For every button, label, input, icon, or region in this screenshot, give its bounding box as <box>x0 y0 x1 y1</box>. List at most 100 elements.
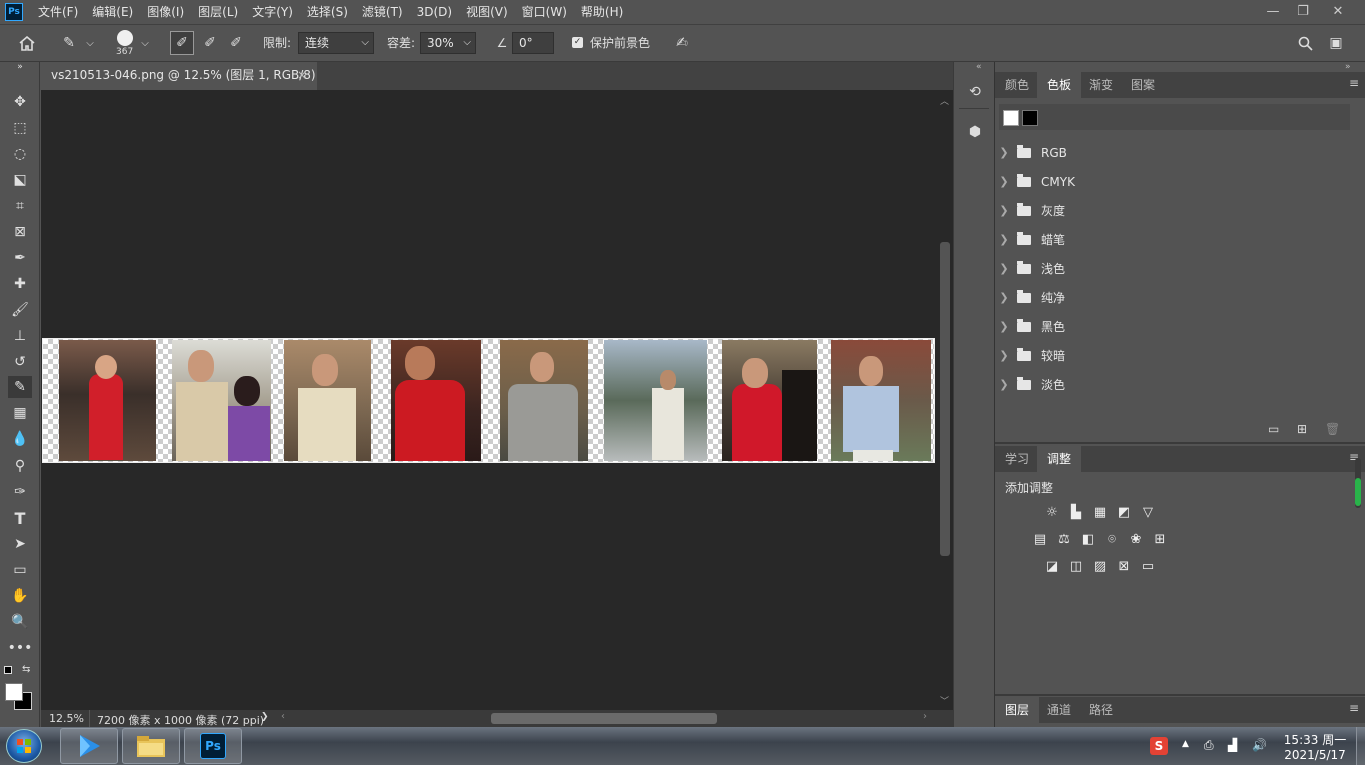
usb-tray-icon[interactable]: ⎙ <box>1204 738 1214 753</box>
swatch-group-light[interactable]: ❯ 浅色 <box>995 254 1350 283</box>
menu-3d[interactable]: 3D(D) <box>410 0 459 24</box>
foreground-color-swatch[interactable] <box>5 683 23 701</box>
hand-tool-icon[interactable]: ✋ <box>8 585 32 607</box>
scroll-up-icon[interactable]: ︿ <box>940 94 949 107</box>
gradient-tool-icon[interactable]: ▦ <box>8 402 32 424</box>
swatch-white[interactable] <box>1003 110 1019 126</box>
photo-filter-icon[interactable]: ⌾ <box>1103 531 1121 547</box>
tab-paths[interactable]: 路径 <box>1079 697 1123 723</box>
exposure-icon[interactable]: ◩ <box>1115 504 1133 520</box>
close-tab-icon[interactable]: × <box>297 62 307 88</box>
home-icon[interactable] <box>16 33 38 53</box>
new-swatch-icon[interactable]: ⊞ <box>1297 422 1307 436</box>
background-eraser-tool-icon[interactable]: ✎ <box>8 376 32 398</box>
new-group-icon[interactable]: ▭ <box>1268 422 1279 436</box>
clone-stamp-tool-icon[interactable]: ⊥ <box>8 325 32 347</box>
protect-foreground-checkbox[interactable]: ✓ <box>572 37 583 48</box>
volume-tray-icon[interactable]: 🔊 <box>1252 738 1267 752</box>
panel-menu-icon[interactable]: ≡ <box>1349 76 1359 90</box>
brush-tool-icon[interactable]: 🖌 <box>8 299 32 321</box>
taskbar-app-photoshop[interactable]: Ps <box>184 728 242 764</box>
swap-colors-icon[interactable]: ⇆ <box>22 664 30 675</box>
swatch-group-rgb[interactable]: ❯ RGB <box>995 138 1350 167</box>
adjustments-scrollbar[interactable] <box>1355 458 1361 508</box>
close-window-icon[interactable]: ✕ <box>1320 0 1356 22</box>
posterize-icon[interactable]: ◫ <box>1067 558 1085 574</box>
menu-image[interactable]: 图像(I) <box>140 0 191 24</box>
rectangle-tool-icon[interactable]: ▭ <box>8 559 32 581</box>
network-tray-icon[interactable]: ▟ <box>1228 738 1237 752</box>
pressure-size-icon[interactable]: ✍ <box>672 33 692 53</box>
healing-brush-tool-icon[interactable]: ✚ <box>8 273 32 295</box>
show-desktop-button[interactable] <box>1356 727 1365 765</box>
zoom-level[interactable]: 12.5% <box>49 712 84 725</box>
more-tools-icon[interactable]: ••• <box>8 637 33 659</box>
tray-expand-icon[interactable]: ▲ <box>1182 739 1189 749</box>
tab-gradients[interactable]: 渐变 <box>1079 72 1123 98</box>
delete-swatch-icon[interactable]: 🗑 <box>1325 422 1340 436</box>
clock-time[interactable]: 15:33 周一 <box>1280 731 1350 748</box>
menu-file[interactable]: 文件(F) <box>31 0 85 24</box>
start-button[interactable] <box>6 729 42 763</box>
move-tool-icon[interactable]: ✥ <box>8 91 32 113</box>
document-tab[interactable]: vs210513-046.png @ 12.5% (图层 1, RGB/8) × <box>41 62 317 90</box>
swatch-group-cmyk[interactable]: ❯ CMYK <box>995 167 1350 196</box>
angle-input[interactable]: 0° <box>512 32 554 54</box>
swatch-group-darker[interactable]: ❯ 较暗 <box>995 341 1350 370</box>
menu-filter[interactable]: 滤镜(T) <box>355 0 410 24</box>
collapse-right-icon[interactable]: » <box>1345 62 1351 72</box>
menu-select[interactable]: 选择(S) <box>300 0 355 24</box>
brush-preview-icon[interactable] <box>117 30 133 46</box>
eyedropper-tool-icon[interactable]: ✒ <box>8 247 32 269</box>
search-icon[interactable] <box>1295 33 1315 53</box>
zoom-tool-icon[interactable]: 🔍 <box>8 611 32 633</box>
taskbar-app-explorer[interactable] <box>122 728 180 764</box>
swatch-group-pure[interactable]: ❯ 纯净 <box>995 283 1350 312</box>
pen-tool-icon[interactable]: ✑ <box>8 481 32 503</box>
swatch-group-grayscale[interactable]: ❯ 灰度 <box>995 196 1350 225</box>
selective-color-icon[interactable]: ⊠ <box>1115 558 1133 574</box>
background-eraser-icon[interactable]: ✎ <box>58 33 80 53</box>
panel-menu-icon[interactable]: ≡ <box>1349 701 1359 715</box>
color-balance-icon[interactable]: ⚖ <box>1055 531 1073 547</box>
vertical-scrollbar[interactable]: ︿ ﹀ <box>937 90 953 710</box>
clock-date[interactable]: 2021/5/17 <box>1280 748 1350 762</box>
path-selection-tool-icon[interactable]: ➤ <box>8 533 32 555</box>
brightness-contrast-icon[interactable]: ☼ <box>1043 504 1061 520</box>
vibrance-icon[interactable]: ▽ <box>1139 504 1157 520</box>
menu-view[interactable]: 视图(V) <box>459 0 515 24</box>
menu-layer[interactable]: 图层(L) <box>191 0 245 24</box>
sampling-once-icon[interactable]: ✐ <box>198 31 222 55</box>
object-selection-tool-icon[interactable]: ⬕ <box>8 169 32 191</box>
taskbar-app-player[interactable] <box>60 728 118 764</box>
horizontal-scroll-thumb[interactable] <box>491 713 717 724</box>
tolerance-input[interactable]: 30% ⌵ <box>420 32 476 54</box>
swatch-group-pastel[interactable]: ❯ 蜡笔 <box>995 225 1350 254</box>
status-menu-icon[interactable]: ❯ <box>261 712 269 722</box>
tab-adjustments[interactable]: 调整 <box>1037 446 1082 472</box>
type-tool-icon[interactable]: T <box>8 507 32 529</box>
adjustments-scroll-thumb[interactable] <box>1355 478 1361 506</box>
tool-preset-dropdown-icon[interactable]: ⌵ <box>84 35 96 51</box>
tab-color[interactable]: 颜色 <box>995 72 1039 98</box>
menu-edit[interactable]: 编辑(E) <box>85 0 140 24</box>
3d-panel-icon[interactable]: ⬢ <box>964 124 986 146</box>
restore-icon[interactable]: ❐ <box>1285 0 1321 22</box>
blur-tool-icon[interactable]: 💧 <box>8 428 32 450</box>
default-colors-icon[interactable] <box>4 666 12 674</box>
swatch-group-dark[interactable]: ❯ 黑色 <box>995 312 1350 341</box>
marquee-tool-icon[interactable]: ⬚ <box>8 117 32 139</box>
collapse-toolbar-icon[interactable]: » <box>8 62 32 72</box>
gradient-map-icon[interactable]: ▭ <box>1139 558 1157 574</box>
invert-icon[interactable]: ◪ <box>1043 558 1061 574</box>
scroll-left-icon[interactable]: ‹ <box>281 711 285 722</box>
menu-type[interactable]: 文字(Y) <box>245 0 300 24</box>
tab-swatches[interactable]: 色板 <box>1037 72 1082 98</box>
tab-learn[interactable]: 学习 <box>995 446 1039 472</box>
hue-saturation-icon[interactable]: ▤ <box>1031 531 1049 547</box>
menu-help[interactable]: 帮助(H) <box>574 0 630 24</box>
canvas-area[interactable] <box>41 90 937 710</box>
sogou-ime-icon[interactable]: S <box>1150 737 1168 755</box>
frame-tool-icon[interactable]: ⊠ <box>8 221 32 243</box>
curves-icon[interactable]: ▦ <box>1091 504 1109 520</box>
